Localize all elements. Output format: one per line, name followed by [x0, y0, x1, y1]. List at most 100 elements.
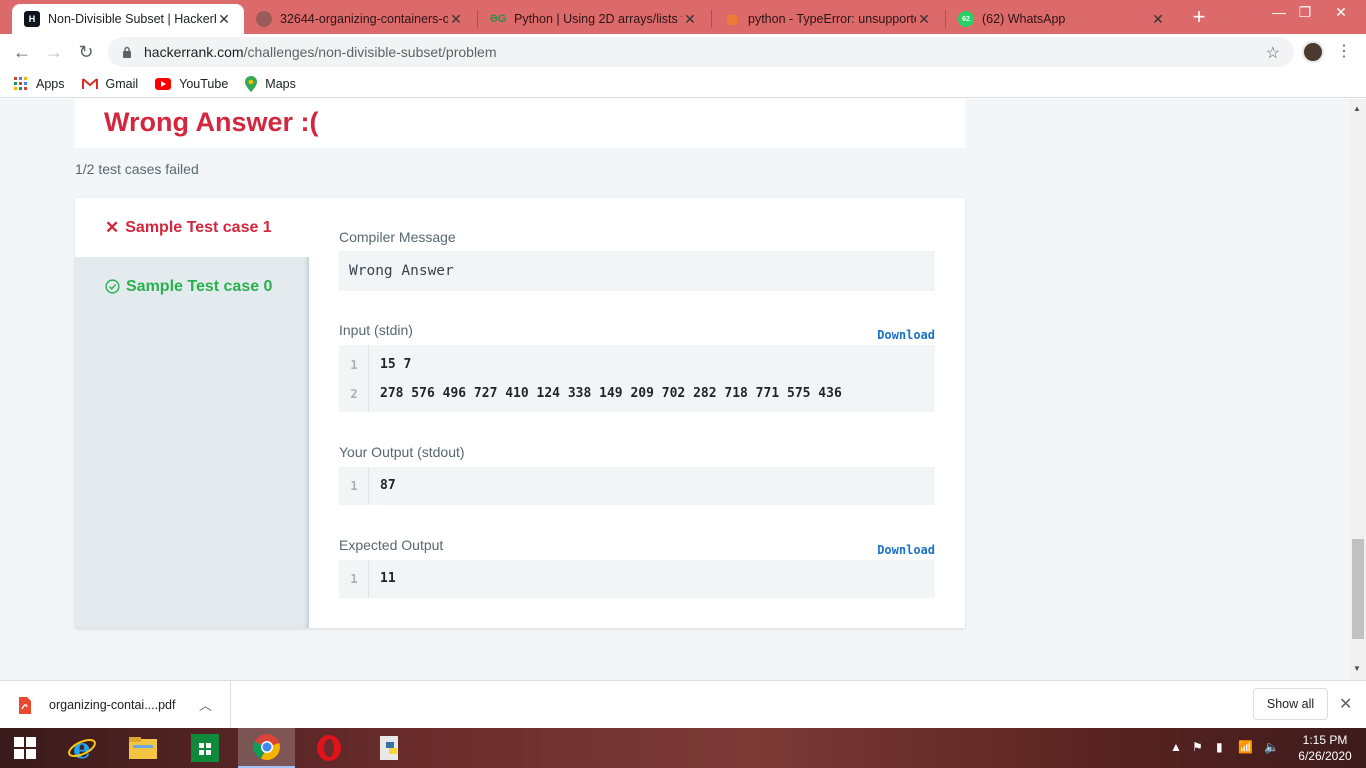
- test-results-panel: ✕ Sample Test case 1 Sample Test case 0 …: [75, 198, 965, 628]
- bookmark-star-icon[interactable]: ☆: [1266, 43, 1280, 63]
- line-number: 1: [350, 357, 358, 372]
- taskbar-chrome[interactable]: [238, 728, 295, 768]
- opera-icon: [316, 735, 341, 761]
- python-icon: [379, 736, 398, 760]
- tab-hackerrank[interactable]: H Non-Divisible Subset | HackerRa ✕: [12, 4, 244, 34]
- testcase-tab-1[interactable]: ✕ Sample Test case 1: [75, 198, 309, 257]
- svg-text:e: e: [73, 733, 91, 763]
- output-code: 1 87: [339, 467, 935, 505]
- tab-stackoverflow[interactable]: ▤ python - TypeError: unsupporte ✕: [712, 4, 944, 34]
- close-download-bar-icon[interactable]: ✕: [1339, 694, 1352, 714]
- browser-toolbar: ← → ↻ hackerrank.com/challenges/non-divi…: [0, 34, 1366, 70]
- forward-button[interactable]: →: [42, 40, 66, 64]
- url-text: hackerrank.com/challenges/non-divisible-…: [144, 44, 497, 60]
- youtube-icon: [155, 77, 172, 90]
- hackerrank-icon: H: [24, 11, 40, 27]
- volume-icon[interactable]: 🔈: [1264, 740, 1279, 754]
- line-number: 2: [350, 386, 358, 401]
- clock-time: 1:15 PM: [1302, 733, 1348, 747]
- tab-title: Python | Using 2D arrays/lists th: [514, 12, 682, 26]
- expected-download-link[interactable]: Download: [877, 543, 935, 557]
- url-host: hackerrank.com: [144, 44, 244, 60]
- line-text: 11: [380, 571, 396, 586]
- taskbar-store[interactable]: [176, 728, 233, 768]
- lock-icon: [123, 46, 131, 58]
- show-hidden-icons-icon[interactable]: ▲: [1170, 740, 1182, 754]
- bookmark-youtube[interactable]: YouTube: [155, 77, 228, 91]
- tab-title: 32644-organizing-containers-of: [280, 12, 448, 26]
- tab-title: Non-Divisible Subset | HackerRa: [48, 12, 216, 26]
- x-icon: ✕: [105, 217, 120, 237]
- address-bar[interactable]: hackerrank.com/challenges/non-divisible-…: [108, 37, 1294, 67]
- url-path: /challenges/non-divisible-subset/problem: [243, 44, 497, 60]
- tab-strip: H Non-Divisible Subset | HackerRa ✕ 3264…: [0, 0, 1366, 34]
- bookmark-maps[interactable]: Maps: [245, 75, 296, 92]
- close-tab-icon[interactable]: ✕: [448, 11, 464, 28]
- line-number: 1: [350, 478, 358, 493]
- new-tab-button[interactable]: +: [1187, 6, 1211, 30]
- close-tab-icon[interactable]: ✕: [916, 11, 932, 28]
- battery-icon[interactable]: ▮: [1216, 740, 1223, 754]
- check-circle-icon: [105, 279, 120, 294]
- gmail-icon: [81, 77, 98, 89]
- compiler-message-label: Compiler Message: [339, 229, 456, 245]
- line-text: 87: [380, 478, 396, 493]
- line-text: 15 7: [380, 357, 412, 372]
- taskbar-opera[interactable]: [300, 728, 357, 768]
- download-item[interactable]: organizing-contai....pdf ︿: [0, 681, 231, 729]
- profile-avatar[interactable]: [1302, 41, 1324, 63]
- chrome-icon: [252, 734, 280, 761]
- code-line: 2 278 576 496 727 410 124 338 149 209 70…: [339, 379, 935, 408]
- page-content: Wrong Answer :( 1/2 test cases failed ✕ …: [0, 99, 1350, 680]
- network-icon[interactable]: 📶: [1238, 740, 1253, 754]
- apps-grid-icon: [14, 76, 27, 90]
- bookmark-apps[interactable]: Apps: [14, 76, 65, 91]
- chevron-up-icon[interactable]: ︿: [199, 695, 212, 714]
- system-clock[interactable]: 1:15 PM 6/26/2020: [1290, 732, 1360, 764]
- flag-icon[interactable]: ⚑: [1192, 740, 1203, 754]
- clock-date: 6/26/2020: [1298, 749, 1352, 763]
- more-menu-icon[interactable]: ⋮: [1336, 40, 1352, 64]
- close-tab-icon[interactable]: ✕: [1150, 11, 1166, 28]
- line-text: 278 576 496 727 410 124 338 149 209 702 …: [380, 386, 842, 401]
- internet-explorer-icon: e: [67, 733, 96, 763]
- tab-organizing-containers[interactable]: 32644-organizing-containers-of ✕: [244, 4, 476, 34]
- scrollbar-thumb[interactable]: [1352, 539, 1364, 639]
- bookmark-label: YouTube: [179, 76, 229, 91]
- testcase-label: Sample Test case 1: [125, 218, 272, 236]
- bookmarks-bar: Apps Gmail YouTube Maps: [0, 70, 1366, 98]
- code-line: 1 87: [339, 471, 935, 500]
- expected-code: 1 11: [339, 560, 935, 598]
- bookmark-gmail[interactable]: Gmail: [81, 77, 138, 91]
- close-tab-icon[interactable]: ✕: [682, 11, 698, 28]
- reload-button[interactable]: ↻: [74, 40, 98, 64]
- expected-label: Expected Output: [339, 537, 444, 553]
- taskbar-python[interactable]: [362, 728, 419, 768]
- input-code: 1 15 7 2 278 576 496 727 410 124 338 149…: [339, 345, 935, 412]
- pdf-file-icon: [19, 696, 31, 714]
- scroll-up-arrow-icon[interactable]: ▲: [1353, 104, 1361, 113]
- testcase-sidebar: ✕ Sample Test case 1 Sample Test case 0: [75, 198, 309, 628]
- input-download-link[interactable]: Download: [877, 328, 935, 342]
- whatsapp-icon: 62: [958, 11, 974, 27]
- test-summary: 1/2 test cases failed: [75, 161, 199, 177]
- testcase-tab-0[interactable]: Sample Test case 0: [75, 257, 309, 316]
- close-tab-icon[interactable]: ✕: [216, 11, 232, 28]
- geeksforgeeks-icon: ƏG: [489, 13, 507, 25]
- show-all-button[interactable]: Show all: [1253, 688, 1328, 720]
- result-heading: Wrong Answer :(: [104, 107, 319, 137]
- start-button[interactable]: [0, 728, 50, 768]
- back-button[interactable]: ←: [10, 40, 34, 64]
- tab-whatsapp[interactable]: 62 (62) WhatsApp ✕: [946, 4, 1178, 34]
- line-number: 1: [350, 571, 358, 586]
- close-window-button[interactable]: ✕: [1316, 0, 1366, 30]
- windows-logo-icon: [14, 737, 36, 759]
- stackoverflow-icon: ▤: [726, 12, 738, 26]
- tab-geeksforgeeks[interactable]: ƏG Python | Using 2D arrays/lists th ✕: [478, 4, 710, 34]
- taskbar-ie[interactable]: e: [53, 728, 110, 768]
- scroll-down-arrow-icon[interactable]: ▼: [1353, 664, 1361, 673]
- folder-icon: [128, 737, 157, 759]
- download-bar: organizing-contai....pdf ︿ Show all ✕: [0, 680, 1366, 729]
- bookmark-label: Maps: [265, 76, 296, 91]
- taskbar-file-explorer[interactable]: [114, 728, 171, 768]
